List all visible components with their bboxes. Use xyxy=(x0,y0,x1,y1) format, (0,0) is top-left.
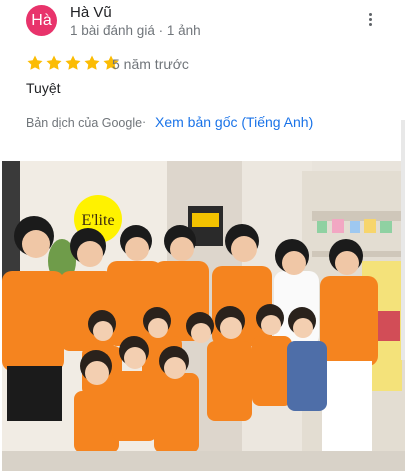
more-vert-icon[interactable] xyxy=(363,13,377,31)
star-icon xyxy=(84,55,100,70)
review-photo[interactable]: E'lite xyxy=(2,161,405,471)
see-original-link[interactable]: Xem bản gốc (Tiếng Anh) xyxy=(155,114,313,130)
scrollbar[interactable] xyxy=(401,120,405,360)
review-card: Hà Hà Vũ 1 bài đánh giá · 1 ảnh 5 năm tr… xyxy=(0,0,407,471)
star-icon xyxy=(46,55,62,70)
author-meta: 1 bài đánh giá · 1 ảnh xyxy=(70,23,201,38)
separator-dot: · xyxy=(142,115,147,129)
review-text: Tuyệt xyxy=(26,80,61,96)
star-icon xyxy=(27,55,43,70)
star-icon xyxy=(65,55,81,70)
group-photo: E'lite xyxy=(2,161,405,471)
avatar[interactable]: Hà xyxy=(26,5,57,36)
rating-stars xyxy=(26,54,120,72)
review-time: 5 năm trước xyxy=(112,56,189,72)
author-name[interactable]: Hà Vũ xyxy=(70,4,112,21)
photo-sign-text: E'lite xyxy=(81,212,114,229)
translation-note: Bản dịch của Google xyxy=(26,116,143,130)
